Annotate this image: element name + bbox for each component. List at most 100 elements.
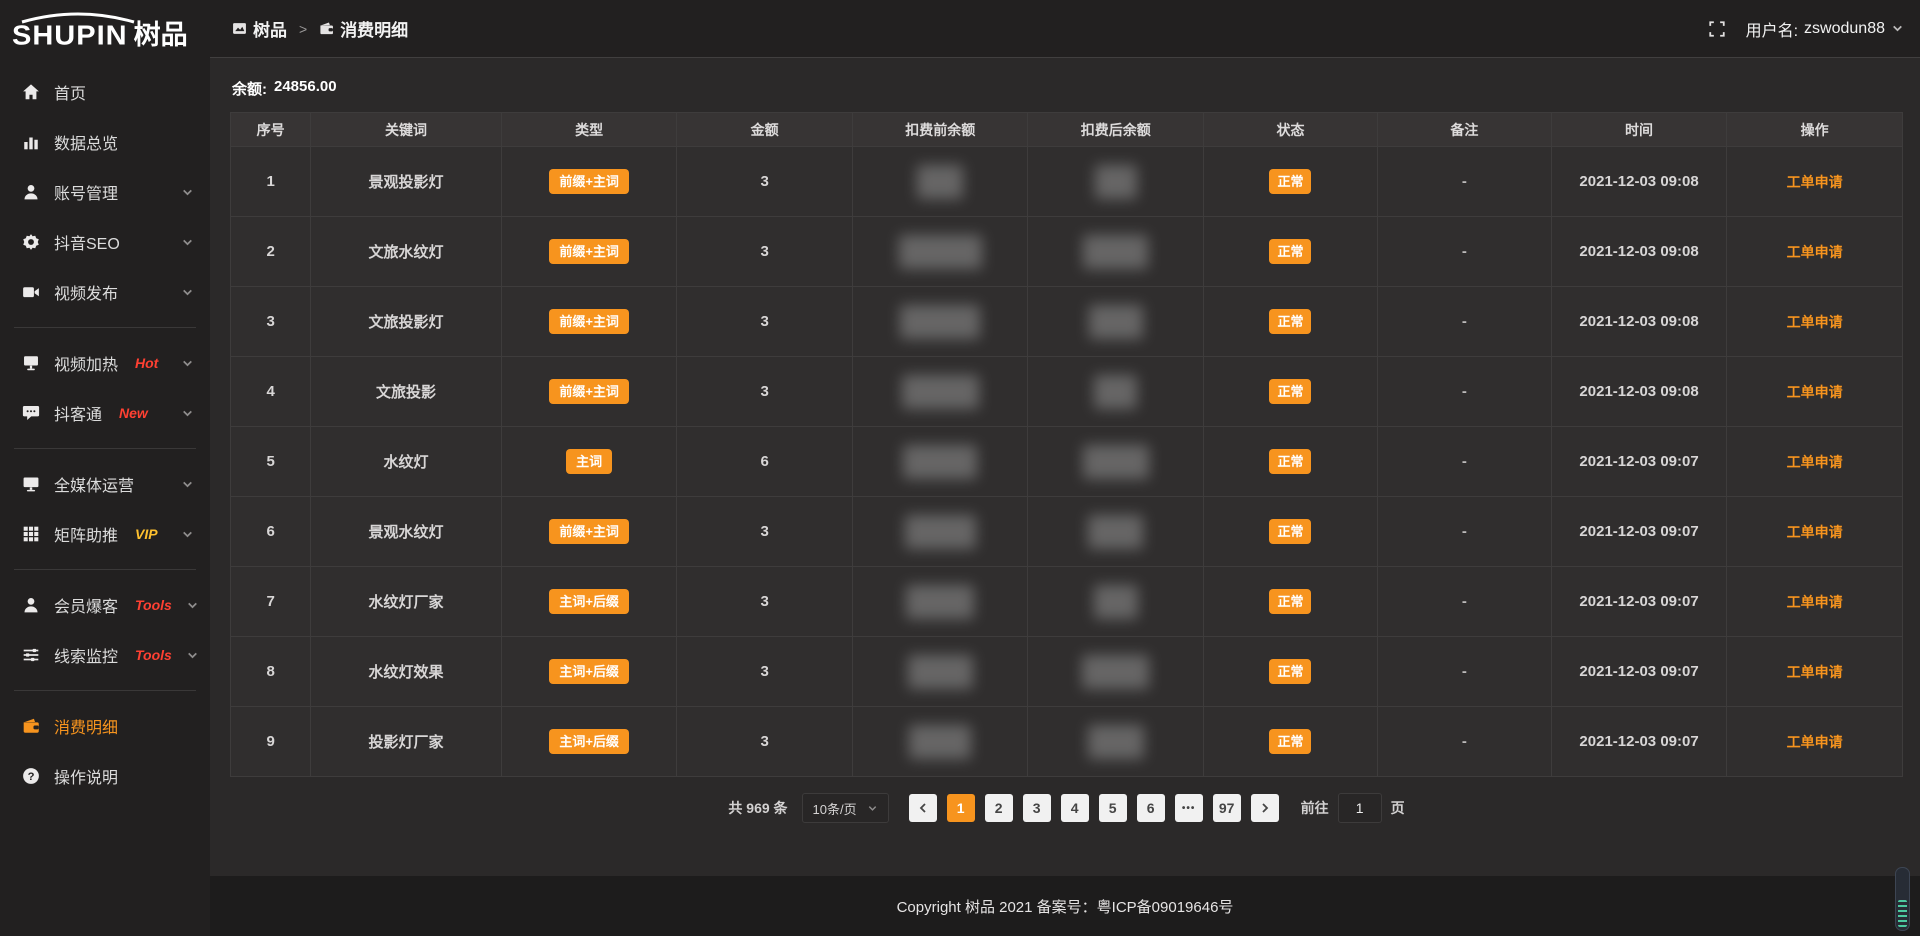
breadcrumb-current[interactable]: 消费明细 <box>319 16 408 41</box>
sidebar-item-doukeotong[interactable]: 抖客通 New <box>0 388 210 438</box>
work-order-link[interactable]: 工单申请 <box>1787 594 1843 610</box>
sidebar-item-data-overview[interactable]: 数据总览 <box>0 117 210 167</box>
cell-keyword: 水纹灯厂家 <box>311 567 502 637</box>
masked-value <box>905 515 976 549</box>
work-order-link[interactable]: 工单申请 <box>1787 734 1843 750</box>
status-badge: 正常 <box>1269 379 1311 404</box>
masked-value <box>1088 725 1144 759</box>
sidebar-item-badge: New <box>119 405 148 421</box>
cell-remark: - <box>1377 427 1551 497</box>
type-badge: 前缀+主词 <box>549 169 629 194</box>
breadcrumb-current-label: 消费明细 <box>340 16 408 41</box>
page-button-active[interactable]: 1 <box>947 794 975 822</box>
sidebar-item-instructions[interactable]: ? 操作说明 <box>0 751 210 801</box>
cell-remark: - <box>1377 147 1551 217</box>
page-button[interactable]: 6 <box>1137 794 1165 822</box>
prev-page-button[interactable] <box>909 794 937 822</box>
more-pages-button[interactable]: ••• <box>1175 794 1203 822</box>
app-logo[interactable]: SHUPIN 树品 <box>0 0 210 57</box>
page-button[interactable]: 5 <box>1099 794 1127 822</box>
cell-keyword: 文旅水纹灯 <box>311 217 502 287</box>
cell-keyword: 景观投影灯 <box>311 147 502 217</box>
sidebar-item-label: 抖音SEO <box>54 230 120 254</box>
masked-value <box>908 655 973 689</box>
chevron-down-icon <box>181 236 194 249</box>
goto-page-input[interactable] <box>1338 793 1382 823</box>
cell-remark: - <box>1377 637 1551 707</box>
sidebar-item-consume-detail[interactable]: 消费明细 <box>0 701 210 751</box>
cell-amount: 3 <box>677 217 853 287</box>
masked-value <box>1088 515 1143 549</box>
cell-time: 2021-12-03 09:07 <box>1551 707 1727 777</box>
column-header: 关键词 <box>311 113 502 147</box>
sidebar-item-member-baoke[interactable]: 会员爆客 Tools <box>0 580 210 630</box>
cell-pre-balance <box>852 637 1028 707</box>
sidebar-item-clue-monitor[interactable]: 线索监控 Tools <box>0 630 210 680</box>
work-order-link[interactable]: 工单申请 <box>1787 314 1843 330</box>
sidebar-item-home[interactable]: 首页 <box>0 67 210 117</box>
page-button[interactable]: 2 <box>985 794 1013 822</box>
masked-value <box>1095 165 1137 199</box>
work-order-link[interactable]: 工单申请 <box>1787 524 1843 540</box>
work-order-link[interactable]: 工单申请 <box>1787 244 1843 260</box>
column-header: 状态 <box>1204 113 1378 147</box>
chevron-down-icon <box>181 286 194 299</box>
breadcrumb-separator: > <box>297 21 309 37</box>
fullscreen-icon[interactable] <box>1708 20 1726 38</box>
type-badge: 前缀+主词 <box>549 519 629 544</box>
sidebar-item-label: 视频加热 <box>54 351 118 375</box>
table-row: 2 文旅水纹灯 前缀+主词 3 正常 - 2021-12-03 09:08 工单… <box>231 217 1903 287</box>
cell-time: 2021-12-03 09:08 <box>1551 357 1727 427</box>
table-row: 1 景观投影灯 前缀+主词 3 正常 - 2021-12-03 09:08 工单… <box>231 147 1903 217</box>
sidebar-item-video-heat[interactable]: 视频加热 Hot <box>0 338 210 388</box>
sidebar-item-label: 视频发布 <box>54 280 118 304</box>
table-header-row: 序号关键词类型金额扣费前余额扣费后余额状态备注时间操作 <box>231 113 1903 147</box>
table-row: 7 水纹灯厂家 主词+后缀 3 正常 - 2021-12-03 09:07 工单… <box>231 567 1903 637</box>
breadcrumb-root[interactable]: 树品 <box>232 16 287 41</box>
cell-time: 2021-12-03 09:07 <box>1551 637 1727 707</box>
status-badge: 正常 <box>1269 659 1311 684</box>
page-button[interactable]: 4 <box>1061 794 1089 822</box>
wallet-icon <box>319 21 334 36</box>
sidebar-item-matrix-boost[interactable]: 矩阵助推 VIP <box>0 509 210 559</box>
cell-keyword: 景观水纹灯 <box>311 497 502 567</box>
cell-time: 2021-12-03 09:07 <box>1551 427 1727 497</box>
next-page-button[interactable] <box>1251 794 1279 822</box>
sidebar-item-media-operation[interactable]: 全媒体运营 <box>0 459 210 509</box>
question-icon: ? <box>22 767 40 785</box>
sidebar-item-label: 消费明细 <box>54 714 118 738</box>
cell-post-balance <box>1028 637 1204 707</box>
chevron-down-icon <box>181 407 194 420</box>
work-order-link[interactable]: 工单申请 <box>1787 664 1843 680</box>
cell-amount: 6 <box>677 427 853 497</box>
page-button[interactable]: 97 <box>1213 794 1241 822</box>
table-row: 8 水纹灯效果 主词+后缀 3 正常 - 2021-12-03 09:07 工单… <box>231 637 1903 707</box>
goto-unit: 页 <box>1391 798 1405 818</box>
sidebar-item-video-publish[interactable]: 视频发布 <box>0 267 210 317</box>
app-square-icon <box>232 21 247 36</box>
type-badge: 主词 <box>566 449 612 474</box>
user-menu[interactable]: 用户名: zswodun88 <box>1746 17 1904 41</box>
table-row: 6 景观水纹灯 前缀+主词 3 正常 - 2021-12-03 09:07 工单… <box>231 497 1903 567</box>
floating-widget[interactable] <box>1895 867 1910 931</box>
sidebar-item-douyin-seo[interactable]: 抖音SEO <box>0 217 210 267</box>
work-order-link[interactable]: 工单申请 <box>1787 174 1843 190</box>
breadcrumb: 树品 > 消费明细 <box>232 16 408 41</box>
work-order-link[interactable]: 工单申请 <box>1787 454 1843 470</box>
page-size-select[interactable]: 10条/页 <box>802 793 889 823</box>
goto-label: 前往 <box>1301 798 1329 818</box>
sidebar-item-label: 首页 <box>54 80 86 104</box>
username-value: zswodun88 <box>1804 20 1885 38</box>
type-badge: 主词+后缀 <box>549 659 629 684</box>
monitor-icon <box>22 475 40 493</box>
user-icon <box>22 183 40 201</box>
sidebar-item-account-manage[interactable]: 账号管理 <box>0 167 210 217</box>
table-row: 5 水纹灯 主词 6 正常 - 2021-12-03 09:07 工单申请 <box>231 427 1903 497</box>
sliders-icon <box>22 646 40 664</box>
work-order-link[interactable]: 工单申请 <box>1787 384 1843 400</box>
page-button[interactable]: 3 <box>1023 794 1051 822</box>
logo-text-en: SHUPIN <box>12 21 128 52</box>
cell-index: 9 <box>231 707 311 777</box>
cell-pre-balance <box>852 427 1028 497</box>
wallet-icon <box>22 717 40 735</box>
